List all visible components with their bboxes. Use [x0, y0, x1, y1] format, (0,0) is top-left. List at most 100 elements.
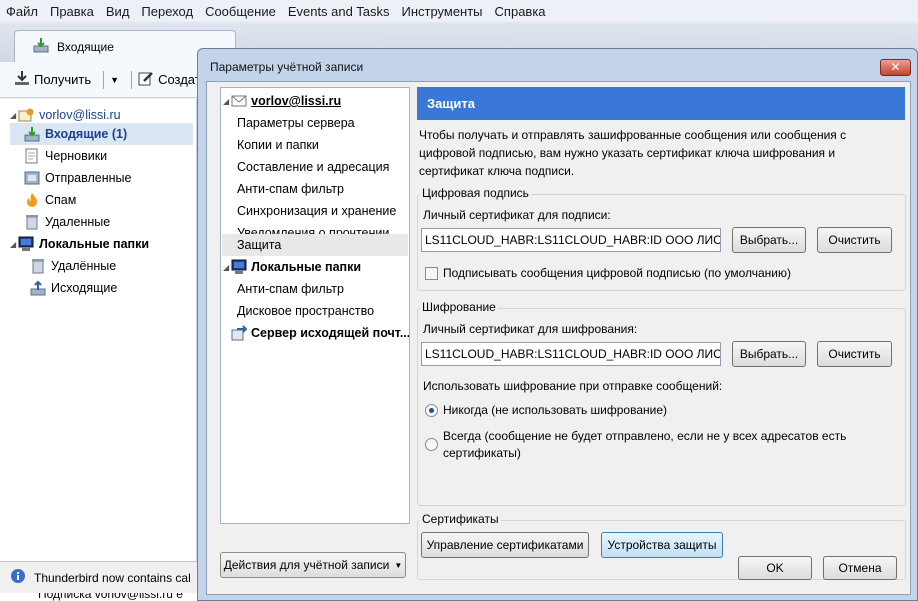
folder-local-outbox[interactable]: Исходящие: [30, 277, 117, 299]
folder-spam-label: Спам: [45, 193, 77, 207]
pencil-icon: [138, 70, 154, 89]
folder-deleted[interactable]: Удаленные: [24, 211, 110, 233]
sign-by-default-checkbox[interactable]: [425, 267, 438, 280]
signing-select-button[interactable]: Выбрать...: [732, 227, 806, 253]
folder-drafts[interactable]: Черновики: [24, 145, 107, 167]
tree-smtp-label: Сервер исходящей почт...: [251, 326, 409, 340]
encryption-always-label: Всегда (сообщение не будет отправлено, е…: [443, 429, 847, 443]
toolbar-separator: [103, 70, 105, 89]
outgoing-server-icon: [231, 325, 247, 341]
encryption-always-label-cont: сертификаты): [443, 446, 521, 460]
folder-sent[interactable]: Отправленные: [24, 167, 131, 189]
tree-item-disk-space[interactable]: Дисковое пространство: [237, 300, 374, 322]
collapse-icon[interactable]: ◢: [10, 111, 16, 120]
close-icon: ✕: [890, 60, 901, 74]
menu-bar: Файл Правка Вид Переход Сообщение Events…: [0, 0, 918, 22]
notification-bar: Thunderbird now contains cal: [0, 561, 197, 593]
dialog-title: Параметры учётной записи: [210, 60, 364, 74]
signing-clear-button[interactable]: Очистить: [817, 227, 892, 253]
folder-local[interactable]: ◢ Локальные папки: [10, 233, 149, 255]
menu-events-tasks[interactable]: Events and Tasks: [288, 4, 390, 19]
ok-button[interactable]: OK: [738, 556, 812, 580]
signing-cert-field[interactable]: LS11CLOUD_HABR:LS11CLOUD_HABR:ID ООО ЛИС…: [421, 228, 721, 252]
signing-legend: Цифровая подпись: [420, 186, 531, 200]
folder-account-label: vorlov@lissi.ru: [39, 108, 121, 122]
encryption-use-label: Использовать шифрование при отправке соо…: [423, 379, 723, 393]
menu-help[interactable]: Справка: [495, 4, 546, 19]
security-devices-button[interactable]: Устройства защиты: [601, 532, 723, 558]
folder-pane: ◢ vorlov@lissi.ru Входящие (1) Черновики…: [0, 99, 197, 561]
chevron-down-icon[interactable]: ▼: [110, 75, 119, 85]
dialog-body: ◢ vorlov@lissi.ru Параметры сервера Копи…: [206, 81, 911, 595]
tree-item-local-junk[interactable]: Анти-спам фильтр: [237, 278, 344, 300]
trash-icon: [24, 214, 40, 230]
toolbar-separator: [131, 70, 133, 89]
inbox-icon: [33, 37, 49, 56]
tree-item-server-settings[interactable]: Параметры сервера: [237, 112, 355, 134]
folder-inbox-label: Входящие (1): [45, 127, 128, 141]
tree-item-label: Синхронизация и хранение: [237, 204, 397, 218]
trash-icon: [30, 258, 46, 274]
encryption-clear-button[interactable]: Очистить: [817, 341, 892, 367]
menu-view[interactable]: Вид: [106, 4, 130, 19]
folder-local-deleted-label: Удалённые: [51, 259, 117, 273]
account-tree[interactable]: ◢ vorlov@lissi.ru Параметры сервера Копи…: [220, 87, 410, 524]
tree-account-label: vorlov@lissi.ru: [251, 94, 342, 108]
account-actions-button[interactable]: Действия для учётной записи ▼: [220, 552, 406, 578]
account-icon: [18, 107, 34, 123]
tree-item-label: Анти-спам фильтр: [237, 282, 344, 296]
close-button[interactable]: ✕: [880, 59, 911, 76]
menu-go[interactable]: Переход: [141, 4, 193, 19]
tree-item-sync-storage[interactable]: Синхронизация и хранение: [237, 200, 396, 222]
message-row-text: Подписка vorlov@lissi.ru е: [38, 593, 183, 601]
chevron-down-icon: ▼: [394, 560, 403, 570]
outbox-icon: [30, 280, 46, 296]
menu-tools[interactable]: Инструменты: [401, 4, 482, 19]
folder-drafts-label: Черновики: [45, 149, 108, 163]
panel-header: Защита: [417, 87, 905, 120]
folder-sent-label: Отправленные: [45, 171, 132, 185]
tree-item-composition[interactable]: Составление и адресация: [237, 156, 389, 178]
download-icon: [14, 70, 30, 89]
get-mail-button[interactable]: Получить: [14, 70, 91, 89]
tree-local-folders[interactable]: ◢ Локальные папки: [223, 256, 361, 278]
cancel-button[interactable]: Отмена: [823, 556, 897, 580]
menu-file[interactable]: Файл: [6, 4, 38, 19]
tree-item-label: Защита: [237, 238, 282, 252]
envelope-icon: [231, 93, 247, 109]
encryption-always-radio[interactable]: [425, 438, 438, 451]
tab-label: Входящие: [57, 39, 114, 54]
folder-inbox[interactable]: Входящие (1): [10, 123, 193, 145]
encryption-cert-field[interactable]: LS11CLOUD_HABR:LS11CLOUD_HABR:ID ООО ЛИС…: [421, 342, 721, 366]
signing-cert-label: Личный сертификат для подписи:: [423, 208, 611, 222]
flame-icon: [24, 192, 40, 208]
notification-text: Thunderbird now contains cal: [34, 570, 191, 585]
inbox-icon: [24, 126, 40, 142]
encryption-never-label: Никогда (не использовать шифрование): [443, 403, 668, 417]
collapse-icon[interactable]: ◢: [10, 240, 16, 249]
folder-local-outbox-label: Исходящие: [51, 281, 118, 295]
encryption-cert-label: Личный сертификат для шифрования:: [423, 322, 638, 336]
certificates-legend: Сертификаты: [420, 512, 501, 526]
tree-item-label: Копии и папки: [237, 138, 319, 152]
tree-local-label: Локальные папки: [251, 260, 362, 274]
menu-message[interactable]: Сообщение: [205, 4, 276, 19]
tree-item-security[interactable]: Защита: [222, 234, 408, 256]
tree-smtp-server[interactable]: Сервер исходящей почт...: [231, 322, 409, 344]
tree-item-junk[interactable]: Анти-спам фильтр: [237, 178, 344, 200]
account-settings-dialog: Параметры учётной записи ✕ ◢ vorlov@liss…: [197, 48, 918, 601]
collapse-icon[interactable]: ◢: [223, 263, 229, 272]
sent-icon: [24, 170, 40, 186]
tree-item-label: Дисковое пространство: [237, 304, 375, 318]
encryption-select-button[interactable]: Выбрать...: [732, 341, 806, 367]
folder-local-deleted[interactable]: Удалённые: [30, 255, 116, 277]
tree-account[interactable]: ◢ vorlov@lissi.ru: [223, 90, 341, 112]
manage-certificates-button[interactable]: Управление сертификатами: [421, 532, 589, 558]
tree-item-copies-folders[interactable]: Копии и папки: [237, 134, 319, 156]
computer-icon: [231, 259, 247, 275]
get-mail-label: Получить: [34, 72, 92, 87]
collapse-icon[interactable]: ◢: [223, 97, 229, 106]
folder-spam[interactable]: Спам: [24, 189, 76, 211]
menu-edit[interactable]: Правка: [50, 4, 94, 19]
encryption-never-radio[interactable]: [425, 404, 438, 417]
